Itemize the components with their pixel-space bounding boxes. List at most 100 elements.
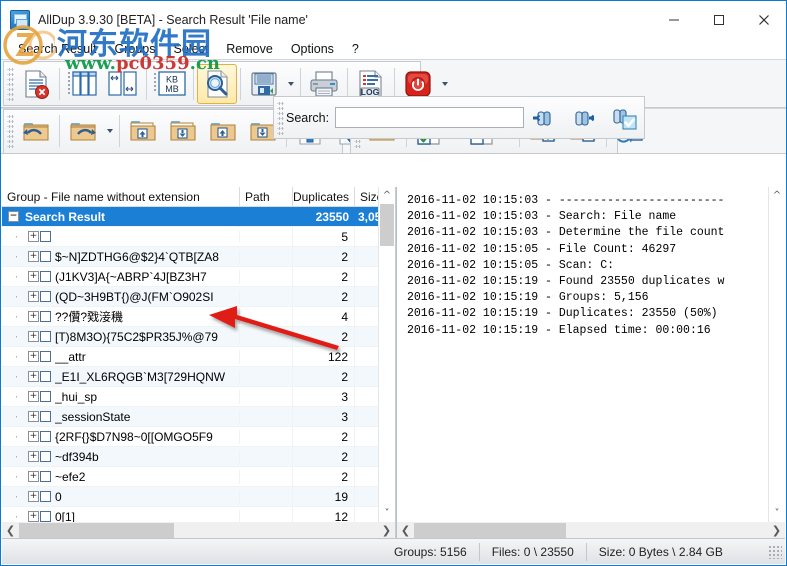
log-scroll-up-icon[interactable]: ^ [769,187,785,204]
row-path [240,306,293,327]
redo-dropdown-arrow[interactable] [103,111,116,151]
move-file-up-button[interactable] [203,111,243,151]
redo-button[interactable] [63,111,103,151]
expand-icon[interactable]: + [28,311,39,322]
log-scroll-down-icon[interactable]: ˅ [769,505,785,522]
table-row[interactable]: − Search Result 23550 3,05 [2,207,395,227]
folder-up-icon [210,123,236,141]
row-checkbox[interactable] [40,511,51,522]
table-row[interactable]: + __attr 122 [2,346,395,367]
tree-vscroll-thumb[interactable] [380,204,394,246]
table-row[interactable]: + {2RF{}$D7N98~0[[OMGO5F9 2 [2,426,395,447]
log-text[interactable]: 2016-11-02 10:15:03 - ------------------… [397,187,785,522]
expand-icon[interactable]: + [28,231,39,242]
row-checkbox[interactable] [40,271,51,282]
tree-horizontal-scrollbar[interactable]: ❮ ❯ [2,522,395,539]
toolbar-grip[interactable] [7,66,14,101]
log-vertical-scrollbar[interactable]: ^ ˅ [768,187,785,522]
expand-icon[interactable]: + [28,251,39,262]
row-checkbox[interactable] [40,371,51,382]
table-row[interactable]: + _E1I_XL6RQGB`M3[729HQNW 2 [2,366,395,387]
close-icon[interactable] [741,1,786,38]
minimize-icon[interactable] [651,1,696,38]
expand-icon[interactable]: + [28,291,39,302]
row-checkbox[interactable] [40,351,51,362]
expand-icon[interactable]: + [28,411,39,422]
row-checkbox[interactable] [40,451,51,462]
row-checkbox[interactable] [40,431,51,442]
search-label: Search: [286,110,330,125]
row-checkbox[interactable] [40,331,51,342]
table-row[interactable]: + ~efe2 2 [2,466,395,487]
log-scroll-left-icon[interactable]: ❮ [397,522,414,539]
menu-item-search-result[interactable]: Search Result [9,39,106,59]
column-header-name[interactable]: Group - File name without extension [2,187,240,207]
expand-icon[interactable]: + [28,491,39,502]
menu-item-remove[interactable]: Remove [217,39,282,59]
log-hscroll-thumb[interactable] [414,523,566,538]
table-row[interactable]: + $~N]ZDTHG6@$2}4`QTB[ZA8 2 [2,246,395,267]
svg-text:MB: MB [165,84,179,94]
table-row[interactable]: + (J1KV3]A{~ABRP`4J[BZ3H7 2 [2,266,395,287]
row-checkbox[interactable] [40,251,51,262]
column-header-path[interactable]: Path [240,187,293,207]
table-row[interactable]: +5 [2,226,395,247]
row-checkbox[interactable] [40,491,51,502]
row-checkbox[interactable] [40,391,51,402]
menu-item-groups[interactable]: Groups [106,39,165,59]
autosize-columns-button[interactable] [103,64,143,104]
expand-icon[interactable]: + [28,351,39,362]
menu-item-select[interactable]: Select [165,39,218,59]
expand-icon[interactable]: + [28,471,39,482]
expand-icon[interactable]: + [28,451,39,462]
expand-icon[interactable]: + [28,511,39,522]
table-row[interactable]: + _hui_sp 3 [2,386,395,407]
search-input[interactable] [335,107,524,128]
alldup-icon [10,10,30,30]
table-row[interactable]: + (QD~3H9BT{)@J(FM`O902SI 2 [2,286,395,307]
table-row[interactable]: + [T)8M3O){75C2$PR35J%@79 2 [2,326,395,347]
expand-icon[interactable]: + [28,371,39,382]
size-unit-button[interactable]: KB MB [150,64,190,104]
menu-item-help[interactable]: ? [343,39,368,59]
table-row[interactable]: +0 19 [2,486,395,507]
table-row[interactable]: + ??儹?戣淁穖 4 [2,306,395,327]
row-checkbox[interactable] [40,231,51,242]
row-path [240,386,293,407]
expand-icon[interactable]: + [28,391,39,402]
expand-icon[interactable]: + [28,431,39,442]
move-group-up-button[interactable] [123,111,163,151]
table-row[interactable]: + _sessionState 3 [2,406,395,427]
move-group-down-button[interactable] [163,111,203,151]
undo-button[interactable] [16,111,56,151]
secondary-toolbar-grip-1[interactable] [7,114,14,148]
menu-item-options[interactable]: Options [282,39,343,59]
expand-icon[interactable]: + [28,331,39,342]
scroll-right-icon[interactable]: ❯ [378,522,395,539]
scroll-left-icon[interactable]: ❮ [2,522,19,539]
maximize-icon[interactable] [696,1,741,38]
scroll-down-icon[interactable]: ˅ [379,505,395,522]
find-previous-button[interactable] [524,98,564,138]
collapse-icon[interactable]: − [8,211,19,222]
row-checkbox[interactable] [40,291,51,302]
column-header-duplicates[interactable]: Duplicates [293,187,355,207]
tree-hscroll-thumb[interactable] [19,523,174,538]
table-row[interactable]: + ~df394b 2 [2,446,395,467]
search-result-button[interactable] [197,63,237,104]
expand-icon[interactable]: + [28,271,39,282]
row-checkbox[interactable] [40,471,51,482]
log-scroll-right-icon[interactable]: ❯ [768,522,785,539]
find-select-button[interactable] [604,98,644,138]
row-checkbox[interactable] [40,411,51,422]
row-checkbox[interactable] [40,311,51,322]
clear-search-result-button[interactable] [16,64,56,104]
scroll-up-icon[interactable]: ^ [379,187,395,204]
find-next-button[interactable] [564,98,604,138]
tree-vertical-scrollbar[interactable]: ^ ˅ [378,187,395,522]
resize-grip[interactable] [768,544,782,559]
log-horizontal-scrollbar[interactable]: ❮ ❯ [397,522,785,539]
search-toolbar-grip[interactable] [277,100,284,135]
show-columns-button[interactable] [63,64,103,104]
table-row[interactable]: +0[1] 12 [2,506,395,522]
